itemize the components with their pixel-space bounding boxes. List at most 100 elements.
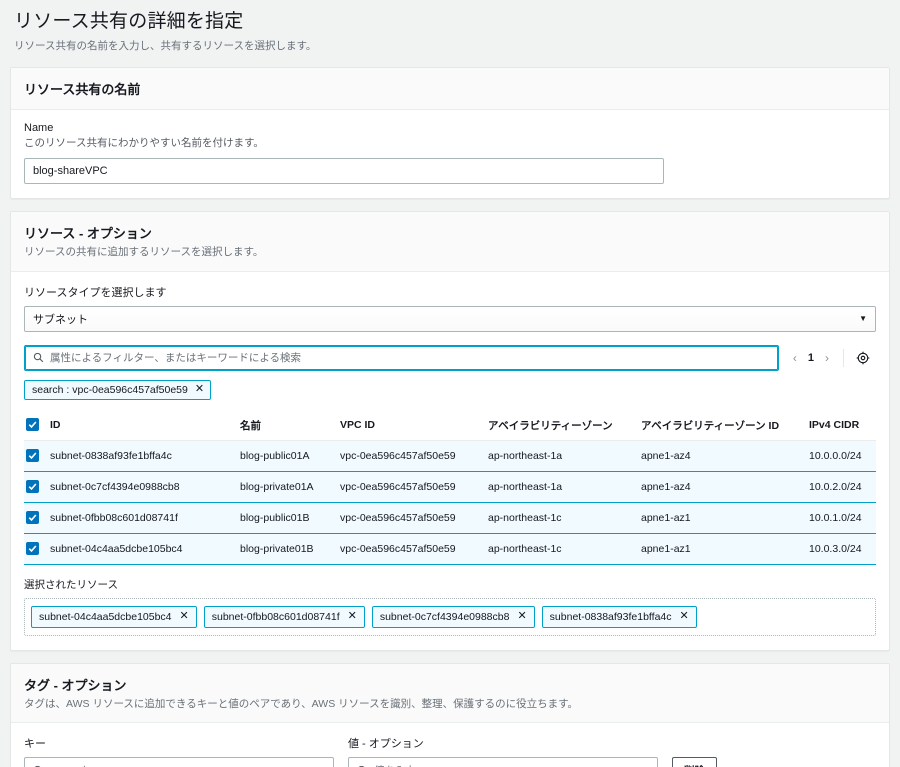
pagination-prev-button[interactable]: ‹ [789,352,801,364]
column-header-availability-zone[interactable]: アベイラビリティーゾーン [488,410,641,441]
row-checkbox[interactable] [26,541,39,555]
selected-resource-chip[interactable]: subnet-0c7cf4394e0988cb8 ✕ [371,605,535,628]
page-root: リソース共有の詳細を指定 リソース共有の名前を入力し、共有するリソースを選択しま… [0,0,900,767]
check-icon [28,514,37,521]
filter-token-label: search : vpc-0ea596c457af50e59 [32,383,188,396]
cell-availability-zone: ap-northeast-1c [488,532,641,565]
check-icon [28,421,37,429]
close-icon[interactable]: ✕ [180,611,189,622]
table-toolbar: 属性によるフィルター、またはキーワードによる検索 ‹ 1 › [24,344,876,371]
cell-availability-zone: ap-northeast-1c [488,501,641,534]
table-row[interactable]: subnet-0c7cf4394e0988cb8 blog-private01A… [24,470,876,503]
name-input-value: blog-shareVPC [33,165,108,178]
cell-vpc-id: vpc-0ea596c457af50e59 [340,439,488,472]
close-icon[interactable]: ✕ [195,384,204,395]
cell-id: subnet-0838af93fe1bffa4c [50,439,240,472]
close-icon[interactable]: ✕ [348,611,357,622]
cell-availability-zone-id: apne1-az4 [641,470,809,503]
tag-key-label: キー [24,738,46,751]
resource-share-name-card: リソース共有の名前 Name このリソース共有にわかりやすい名前を付けます。 b… [10,67,890,200]
selected-resources-label: 選択されたリソース [24,578,118,591]
filter-token-row: search : vpc-0ea596c457af50e59 ✕ [24,379,876,400]
cell-id: subnet-0fbb08c601d08741f [50,501,240,534]
name-card-title: リソース共有の名前 [24,82,141,98]
row-select-cell [24,470,50,503]
resources-table: ID 名前 VPC ID アベイラビリティーゾーン アベイラビリティーゾーン I… [24,410,876,565]
name-field-label: Name [24,122,54,135]
column-header-name[interactable]: 名前 [240,410,340,441]
chip-label: subnet-0838af93fe1bffa4c [549,610,672,623]
remove-tag-button[interactable]: 削除 [672,757,717,767]
tag-value-input[interactable]: 値を入力 [348,757,658,767]
column-header-availability-zone-id[interactable]: アベイラビリティーゾーン ID [641,410,809,441]
column-header-ipv4-cidr[interactable]: IPv4 CIDR [809,410,876,441]
resources-card-body: リソースタイプを選択します サブネット ▼ 属性によるフィルター、またはキーワー… [11,272,889,650]
tags-card: タグ - オプション タグは、AWS リソースに追加できるキーと値のペアであり、… [10,662,890,767]
select-all-checkbox[interactable] [26,418,39,432]
cell-availability-zone: ap-northeast-1a [488,470,641,503]
table-header-row: ID 名前 VPC ID アベイラビリティーゾーン アベイラビリティーゾーン I… [24,410,876,441]
resources-table-head: ID 名前 VPC ID アベイラビリティーゾーン アベイラビリティーゾーン I… [24,410,876,441]
row-select-cell [24,439,50,472]
column-header-vpc-id[interactable]: VPC ID [340,410,488,441]
chip-label: subnet-04c4aa5dcbe105bc4 [39,610,172,623]
cell-ipv4-cidr: 10.0.3.0/24 [809,532,876,565]
row-checkbox[interactable] [26,448,39,462]
search-icon [33,353,44,363]
table-preferences-button[interactable] [844,351,876,365]
cell-vpc-id: vpc-0ea596c457af50e59 [340,501,488,534]
table-row[interactable]: subnet-0fbb08c601d08741f blog-public01B … [24,501,876,534]
cell-id: subnet-04c4aa5dcbe105bc4 [50,532,240,565]
cell-availability-zone-id: apne1-az1 [641,501,809,534]
selected-resource-chip[interactable]: subnet-0838af93fe1bffa4c ✕ [541,605,697,628]
cell-availability-zone: ap-northeast-1a [488,439,641,472]
tag-key-group: キー Enter キー [24,735,334,767]
tags-card-title: タグ - オプション [24,677,127,693]
close-icon[interactable]: ✕ [517,611,526,622]
row-select-cell [24,501,50,534]
page-subtitle: リソース共有の名前を入力し、共有するリソースを選択します。 [14,39,317,52]
table-row[interactable]: subnet-04c4aa5dcbe105bc4 blog-private01B… [24,532,876,565]
search-placeholder: 属性によるフィルター、またはキーワードによる検索 [50,352,302,365]
name-input[interactable]: blog-shareVPC [24,158,664,185]
pagination-current-page[interactable]: 1 [805,352,817,364]
close-icon[interactable]: ✕ [680,611,689,622]
filter-token[interactable]: search : vpc-0ea596c457af50e59 ✕ [24,379,212,400]
row-checkbox[interactable] [26,510,39,524]
tag-key-placeholder: Enter キー [50,763,99,767]
resources-card: リソース - オプション リソースの共有に追加するリソースを選択します。 リソー… [10,211,890,651]
resource-type-value: サブネット [33,313,88,326]
cell-ipv4-cidr: 10.0.0.0/24 [809,439,876,472]
row-select-cell [24,532,50,565]
resources-card-header: リソース - オプション リソースの共有に追加するリソースを選択します。 [11,212,889,272]
tags-card-description: タグは、AWS リソースに追加できるキーと値のペアであり、AWS リソースを識別… [24,697,579,710]
page-title: リソース共有の詳細を指定 [14,11,244,32]
cell-name: blog-private01A [240,470,340,503]
tag-value-placeholder: 値を入力 [374,763,416,767]
resource-type-label: リソースタイプを選択します [24,286,167,299]
table-row[interactable]: subnet-0838af93fe1bffa4c blog-public01A … [24,439,876,472]
column-header-id[interactable]: ID [50,410,240,441]
page-header: リソース共有の詳細を指定 リソース共有の名前を入力し、共有するリソースを選択しま… [0,0,900,55]
tag-value-label: 値 - オプション [348,738,424,751]
cell-id: subnet-0c7cf4394e0988cb8 [50,470,240,503]
search-input[interactable]: 属性によるフィルター、またはキーワードによる検索 [24,344,779,371]
cell-vpc-id: vpc-0ea596c457af50e59 [340,470,488,503]
selected-resource-chip[interactable]: subnet-04c4aa5dcbe105bc4 ✕ [31,605,197,628]
select-all-header [24,410,50,441]
cell-vpc-id: vpc-0ea596c457af50e59 [340,532,488,565]
resource-type-select[interactable]: サブネット ▼ [24,305,876,332]
tags-card-header: タグ - オプション タグは、AWS リソースに追加できるキーと値のペアであり、… [11,663,889,724]
check-icon [28,545,37,552]
pagination: ‹ 1 › [779,352,843,364]
tag-key-input[interactable]: Enter キー [24,757,334,767]
check-icon [28,452,37,459]
selected-resource-chip[interactable]: subnet-0fbb08c601d08741f ✕ [203,605,365,628]
cell-name: blog-public01A [240,439,340,472]
pagination-next-button[interactable]: › [821,352,833,364]
check-icon [28,483,37,490]
chip-label: subnet-0c7cf4394e0988cb8 [379,610,510,623]
cell-name: blog-private01B [240,532,340,565]
row-checkbox[interactable] [26,479,39,493]
cell-availability-zone-id: apne1-az4 [641,439,809,472]
